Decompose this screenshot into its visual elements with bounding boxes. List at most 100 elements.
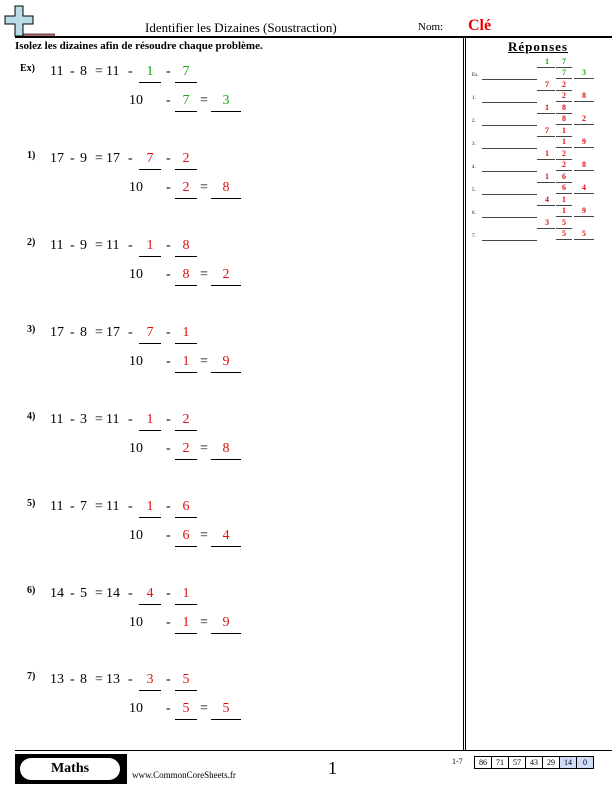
problem-minus: - (128, 672, 133, 687)
problem-equals: = (95, 238, 103, 253)
answer-subtracted: 7 (182, 93, 190, 108)
problem-ten: 10 (129, 528, 143, 543)
key-sub: 1 (562, 206, 566, 215)
score-cell: 29 (542, 757, 559, 768)
answer-part1: 1 (146, 238, 154, 253)
answer-blank (211, 719, 241, 720)
key-blank (482, 194, 537, 195)
problem-subtrahend: 5 (80, 586, 87, 601)
problem-minus: - (166, 412, 171, 427)
answer-blank (175, 343, 197, 344)
key-result: 3 (582, 68, 586, 77)
answer-subtracted: 1 (182, 354, 190, 369)
answer-blank (175, 111, 197, 112)
problem-minus: - (70, 499, 75, 514)
problem-equals: = (95, 586, 103, 601)
problem-subtrahend: 8 (80, 64, 87, 79)
key-blank (574, 216, 594, 217)
key-blank (537, 90, 555, 91)
key-part1: 1 (545, 103, 549, 112)
page-number: 1 (328, 758, 337, 778)
answer-result: 4 (222, 528, 230, 543)
problem-ten: 10 (129, 701, 143, 716)
problem-equals: = (200, 354, 208, 369)
answer-blank (211, 546, 241, 547)
key-blank (556, 78, 572, 79)
answers-title: Réponses (508, 39, 569, 54)
answer-subtracted: 6 (182, 528, 190, 543)
key-sub: 8 (562, 114, 566, 123)
problem-minus: - (128, 499, 133, 514)
answer-blank (175, 169, 197, 170)
key-blank (537, 182, 555, 183)
problem-minuend: 17 (50, 325, 64, 340)
problem-start: 11 (106, 238, 120, 253)
answer-blank (175, 285, 197, 286)
score-range: 1-7 (452, 757, 463, 766)
problem-minus: - (70, 151, 75, 166)
key-blank (574, 170, 594, 171)
key-part1: 3 (545, 218, 549, 227)
answer-part1: 1 (146, 64, 154, 79)
problem-minus: - (166, 354, 171, 369)
key-result: 8 (582, 160, 586, 169)
problem-minuend: 11 (50, 499, 64, 514)
answer-part2: 7 (182, 64, 190, 79)
problem-minus: - (70, 64, 75, 79)
key-label: 2. (472, 119, 476, 124)
key-label: 7. (472, 234, 476, 239)
key-blank (482, 125, 537, 126)
answer-part2: 1 (182, 586, 190, 601)
answer-blank (139, 82, 161, 83)
problem-ten: 10 (129, 441, 143, 456)
problem-minus: - (128, 325, 133, 340)
problem-minus: - (166, 151, 171, 166)
problem-start: 17 (106, 325, 120, 340)
score-cell: 86 (479, 758, 487, 767)
key-sub: 2 (562, 160, 566, 169)
problem-minus: - (70, 672, 75, 687)
key-blank (574, 147, 594, 148)
site-url: www.CommonCoreSheets.fr (132, 770, 236, 780)
key-blank (482, 102, 537, 103)
problem-equals: = (200, 528, 208, 543)
key-blank (556, 193, 572, 194)
key-blank (556, 239, 572, 240)
answer-result: 9 (222, 354, 230, 369)
answer-blank (175, 372, 197, 373)
problem-subtrahend: 7 (80, 499, 87, 514)
answer-part2: 6 (182, 499, 190, 514)
key-blank (556, 124, 572, 125)
problem-number: 3) (27, 324, 36, 335)
problem-equals: = (95, 64, 103, 79)
answer-blank (211, 459, 241, 460)
answer-part1: 7 (146, 325, 154, 340)
answer-blank (175, 546, 197, 547)
answer-result: 2 (222, 267, 230, 282)
plus-minus-icon (4, 5, 55, 38)
answer-part1: 7 (146, 151, 154, 166)
problem-start: 11 (106, 64, 120, 79)
answer-result: 8 (222, 441, 230, 456)
problem-minuend: 13 (50, 672, 64, 687)
answer-subtracted: 5 (182, 701, 190, 716)
problem-minus: - (166, 64, 171, 79)
answer-blank (139, 256, 161, 257)
answer-result: 3 (222, 93, 230, 108)
problem-subtrahend: 8 (80, 672, 87, 687)
answer-blank (175, 517, 197, 518)
problem-number: 1) (27, 150, 36, 161)
problem-minus: - (70, 238, 75, 253)
problem-equals: = (200, 701, 208, 716)
problem-minuend: 17 (50, 151, 64, 166)
problem-minus: - (70, 586, 75, 601)
answer-part2: 5 (182, 672, 190, 687)
answer-result: 5 (222, 701, 230, 716)
answer-blank (175, 430, 197, 431)
problem-ten: 10 (129, 267, 143, 282)
problem-start: 11 (106, 412, 120, 427)
problem-number: 6) (27, 585, 36, 596)
problem-minus: - (166, 267, 171, 282)
problem-minus: - (166, 93, 171, 108)
problem-subtrahend: 9 (80, 238, 87, 253)
